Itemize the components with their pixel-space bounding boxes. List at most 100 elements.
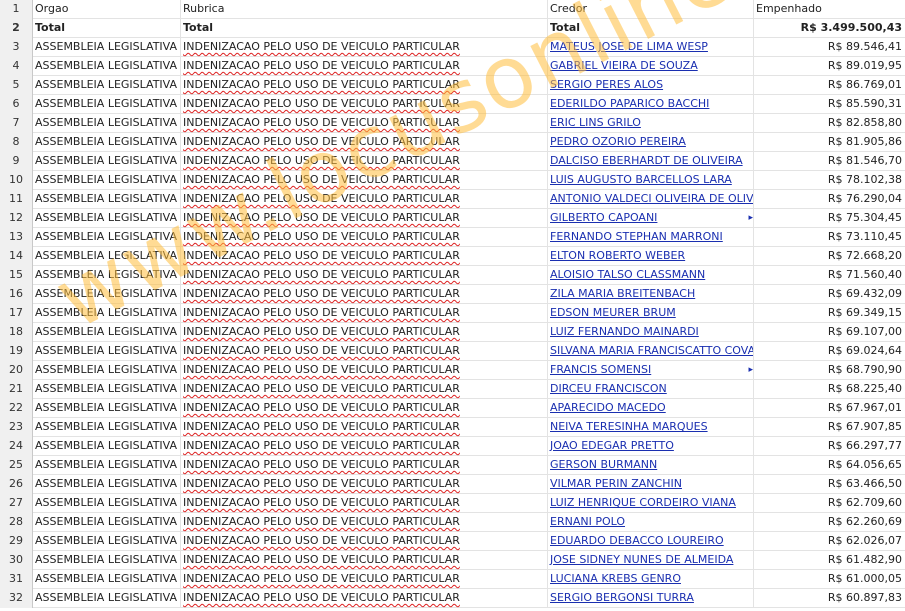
- credor-link[interactable]: ANTONIO VALDECI OLIVEIRA DE OLIVE: [550, 192, 753, 205]
- orgao-cell[interactable]: ASSEMBLEIA LEGISLATIVA: [33, 304, 181, 323]
- orgao-cell[interactable]: ASSEMBLEIA LEGISLATIVA: [33, 152, 181, 171]
- empenhado-cell[interactable]: R$ 68.790,90: [754, 361, 905, 380]
- credor-link[interactable]: LUIS AUGUSTO BARCELLOS LARA: [550, 173, 732, 186]
- empenhado-cell[interactable]: R$ 81.905,86: [754, 133, 905, 152]
- orgao-cell[interactable]: ASSEMBLEIA LEGISLATIVA: [33, 57, 181, 76]
- row-number[interactable]: 27: [0, 494, 33, 513]
- credor-cell[interactable]: EDSON MEURER BRUM: [548, 304, 754, 323]
- orgao-cell[interactable]: ASSEMBLEIA LEGISLATIVA: [33, 456, 181, 475]
- empenhado-cell[interactable]: R$ 85.590,31: [754, 95, 905, 114]
- row-number[interactable]: 1: [0, 0, 33, 19]
- rubrica-cell[interactable]: INDENIZACAO PELO USO DE VEICULO PARTICUL…: [181, 323, 548, 342]
- row-number[interactable]: 32: [0, 589, 33, 608]
- orgao-cell[interactable]: ASSEMBLEIA LEGISLATIVA: [33, 437, 181, 456]
- credor-link[interactable]: GILBERTO CAPOANI: [550, 211, 657, 224]
- credor-link[interactable]: SILVANA MARIA FRANCISCATTO COVAT: [550, 344, 753, 357]
- row-number[interactable]: 21: [0, 380, 33, 399]
- credor-link[interactable]: ELTON ROBERTO WEBER: [550, 249, 685, 262]
- row-number[interactable]: 24: [0, 437, 33, 456]
- credor-link[interactable]: APARECIDO MACEDO: [550, 401, 666, 414]
- row-number[interactable]: 18: [0, 323, 33, 342]
- total-rubrica-cell[interactable]: Total: [181, 19, 548, 38]
- empenhado-cell[interactable]: R$ 62.260,69: [754, 513, 905, 532]
- row-number[interactable]: 29: [0, 532, 33, 551]
- empenhado-cell[interactable]: R$ 76.290,04: [754, 190, 905, 209]
- credor-link[interactable]: ERIC LINS GRILO: [550, 116, 641, 129]
- rubrica-cell[interactable]: INDENIZACAO PELO USO DE VEICULO PARTICUL…: [181, 152, 548, 171]
- credor-cell[interactable]: LUCIANA KREBS GENRO: [548, 570, 754, 589]
- empenhado-cell[interactable]: R$ 66.297,77: [754, 437, 905, 456]
- rubrica-cell[interactable]: INDENIZACAO PELO USO DE VEICULO PARTICUL…: [181, 532, 548, 551]
- empenhado-cell[interactable]: R$ 67.907,85: [754, 418, 905, 437]
- credor-link[interactable]: ZILA MARIA BREITENBACH: [550, 287, 695, 300]
- empenhado-cell[interactable]: R$ 67.967,01: [754, 399, 905, 418]
- rubrica-cell[interactable]: INDENIZACAO PELO USO DE VEICULO PARTICUL…: [181, 38, 548, 57]
- total-orgao-cell[interactable]: Total: [33, 19, 181, 38]
- column-header-empenhado[interactable]: Empenhado: [754, 0, 905, 19]
- orgao-cell[interactable]: ASSEMBLEIA LEGISLATIVA: [33, 114, 181, 133]
- empenhado-cell[interactable]: R$ 72.668,20: [754, 247, 905, 266]
- credor-link[interactable]: LUCIANA KREBS GENRO: [550, 572, 681, 585]
- credor-link[interactable]: MATEUS JOSE DE LIMA WESP: [550, 40, 708, 53]
- credor-cell[interactable]: JOAO EDEGAR PRETTO: [548, 437, 754, 456]
- credor-cell[interactable]: DALCISO EBERHARDT DE OLIVEIRA: [548, 152, 754, 171]
- column-header-credor[interactable]: Credor: [548, 0, 754, 19]
- rubrica-cell[interactable]: INDENIZACAO PELO USO DE VEICULO PARTICUL…: [181, 304, 548, 323]
- row-number[interactable]: 5: [0, 76, 33, 95]
- row-number[interactable]: 25: [0, 456, 33, 475]
- rubrica-cell[interactable]: INDENIZACAO PELO USO DE VEICULO PARTICUL…: [181, 285, 548, 304]
- empenhado-cell[interactable]: R$ 61.482,90: [754, 551, 905, 570]
- credor-link[interactable]: DIRCEU FRANCISCON: [550, 382, 667, 395]
- credor-cell[interactable]: EDERILDO PAPARICO BACCHI: [548, 95, 754, 114]
- credor-link[interactable]: EDSON MEURER BRUM: [550, 306, 676, 319]
- rubrica-cell[interactable]: INDENIZACAO PELO USO DE VEICULO PARTICUL…: [181, 95, 548, 114]
- orgao-cell[interactable]: ASSEMBLEIA LEGISLATIVA: [33, 475, 181, 494]
- row-number[interactable]: 8: [0, 133, 33, 152]
- credor-cell[interactable]: ERIC LINS GRILO: [548, 114, 754, 133]
- credor-link[interactable]: LUIZ HENRIQUE CORDEIRO VIANA: [550, 496, 736, 509]
- empenhado-cell[interactable]: R$ 62.709,60: [754, 494, 905, 513]
- total-empenhado-cell[interactable]: R$ 3.499.500,43: [754, 19, 905, 38]
- credor-link[interactable]: SERGIO PERES ALOS: [550, 78, 663, 91]
- empenhado-cell[interactable]: R$ 60.897,83: [754, 589, 905, 608]
- row-number[interactable]: 12: [0, 209, 33, 228]
- row-number[interactable]: 16: [0, 285, 33, 304]
- row-number[interactable]: 14: [0, 247, 33, 266]
- credor-cell[interactable]: VILMAR PERIN ZANCHIN: [548, 475, 754, 494]
- credor-cell[interactable]: JOSE SIDNEY NUNES DE ALMEIDA: [548, 551, 754, 570]
- orgao-cell[interactable]: ASSEMBLEIA LEGISLATIVA: [33, 266, 181, 285]
- rubrica-cell[interactable]: INDENIZACAO PELO USO DE VEICULO PARTICUL…: [181, 437, 548, 456]
- orgao-cell[interactable]: ASSEMBLEIA LEGISLATIVA: [33, 361, 181, 380]
- rubrica-cell[interactable]: INDENIZACAO PELO USO DE VEICULO PARTICUL…: [181, 114, 548, 133]
- credor-cell[interactable]: ELTON ROBERTO WEBER: [548, 247, 754, 266]
- empenhado-cell[interactable]: R$ 61.000,05: [754, 570, 905, 589]
- empenhado-cell[interactable]: R$ 86.769,01: [754, 76, 905, 95]
- credor-cell[interactable]: MATEUS JOSE DE LIMA WESP: [548, 38, 754, 57]
- orgao-cell[interactable]: ASSEMBLEIA LEGISLATIVA: [33, 95, 181, 114]
- empenhado-cell[interactable]: R$ 71.560,40: [754, 266, 905, 285]
- row-number[interactable]: 6: [0, 95, 33, 114]
- credor-cell[interactable]: SERGIO BERGONSI TURRA: [548, 589, 754, 608]
- row-number[interactable]: 9: [0, 152, 33, 171]
- credor-cell[interactable]: GABRIEL VIEIRA DE SOUZA: [548, 57, 754, 76]
- credor-link[interactable]: JOSE SIDNEY NUNES DE ALMEIDA: [550, 553, 733, 566]
- empenhado-cell[interactable]: R$ 69.432,09: [754, 285, 905, 304]
- orgao-cell[interactable]: ASSEMBLEIA LEGISLATIVA: [33, 513, 181, 532]
- orgao-cell[interactable]: ASSEMBLEIA LEGISLATIVA: [33, 133, 181, 152]
- orgao-cell[interactable]: ASSEMBLEIA LEGISLATIVA: [33, 342, 181, 361]
- rubrica-cell[interactable]: INDENIZACAO PELO USO DE VEICULO PARTICUL…: [181, 228, 548, 247]
- row-number[interactable]: 13: [0, 228, 33, 247]
- credor-cell[interactable]: ERNANI POLO: [548, 513, 754, 532]
- credor-cell[interactable]: PEDRO OZORIO PEREIRA: [548, 133, 754, 152]
- credor-link[interactable]: EDERILDO PAPARICO BACCHI: [550, 97, 709, 110]
- row-number[interactable]: 7: [0, 114, 33, 133]
- row-number[interactable]: 23: [0, 418, 33, 437]
- rubrica-cell[interactable]: INDENIZACAO PELO USO DE VEICULO PARTICUL…: [181, 380, 548, 399]
- column-header-rubrica[interactable]: Rubrica: [181, 0, 548, 19]
- credor-link[interactable]: DALCISO EBERHARDT DE OLIVEIRA: [550, 154, 743, 167]
- orgao-cell[interactable]: ASSEMBLEIA LEGISLATIVA: [33, 190, 181, 209]
- row-number[interactable]: 4: [0, 57, 33, 76]
- rubrica-cell[interactable]: INDENIZACAO PELO USO DE VEICULO PARTICUL…: [181, 589, 548, 608]
- empenhado-cell[interactable]: R$ 69.349,15: [754, 304, 905, 323]
- rubrica-cell[interactable]: INDENIZACAO PELO USO DE VEICULO PARTICUL…: [181, 551, 548, 570]
